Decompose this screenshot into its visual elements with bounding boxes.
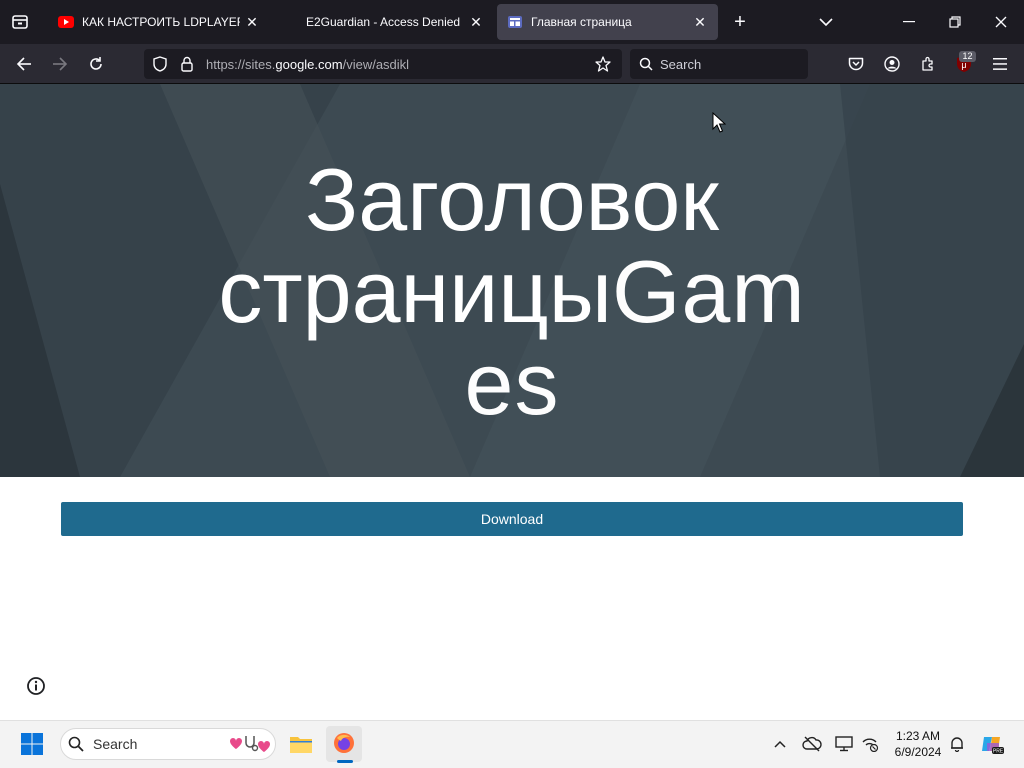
url-prefix: https://sites. <box>206 57 276 72</box>
url-path: /view/asdikl <box>342 57 410 72</box>
search-bar[interactable] <box>630 49 808 79</box>
svg-text:PRE: PRE <box>993 749 1004 755</box>
extension-badge: 12 <box>959 51 976 62</box>
search-icon <box>637 55 655 73</box>
page-title-line-3: es <box>464 334 560 433</box>
mouse-cursor-icon <box>712 112 726 133</box>
search-highlight-hearts-icon[interactable] <box>224 731 272 757</box>
windows-start-icon[interactable] <box>20 732 44 756</box>
tab-main-page[interactable]: Главная страница ✕ <box>497 4 718 40</box>
clock-date: 6/9/2024 <box>894 745 942 759</box>
tab-youtube[interactable]: КАК НАСТРОИТЬ LDPLAYER 9 ✕ <box>48 4 270 40</box>
lock-icon[interactable] <box>178 54 196 74</box>
close-tab-icon[interactable]: ✕ <box>464 10 488 34</box>
url-text[interactable]: https://sites.google.com/view/asdikl <box>206 57 409 72</box>
page-title-line-1: Заголовок <box>305 150 719 249</box>
tab-title: E2Guardian - Access Denied <box>306 15 461 29</box>
extensions-icon[interactable] <box>917 53 939 75</box>
page-title: Заголовок страницыGam es <box>0 154 1024 430</box>
display-icon[interactable] <box>834 734 854 754</box>
back-arrow-icon[interactable] <box>12 52 36 76</box>
account-icon[interactable] <box>881 53 903 75</box>
hamburger-menu-icon[interactable] <box>989 53 1011 75</box>
list-tabs-chevron-icon[interactable] <box>814 10 838 34</box>
hero-banner: Заголовок страницыGam es <box>0 84 1024 477</box>
reload-icon[interactable] <box>84 52 108 76</box>
taskbar-search-placeholder[interactable]: Search <box>93 736 137 752</box>
pocket-icon[interactable] <box>845 53 867 75</box>
taskbar-search-icon <box>67 735 85 753</box>
restore-window-icon[interactable] <box>942 10 968 34</box>
tab-e2guardian[interactable]: E2Guardian - Access Denied ✕ <box>272 4 494 40</box>
onedrive-offline-icon[interactable] <box>801 734 823 754</box>
firefox-running-indicator <box>337 760 353 763</box>
tab-title: КАК НАСТРОИТЬ LDPLAYER 9 <box>82 15 240 29</box>
bookmark-star-icon[interactable] <box>592 54 614 74</box>
new-tab-icon[interactable]: + <box>728 10 752 34</box>
copilot-icon[interactable]: PRE <box>979 731 1005 757</box>
page-title-line-2-suffix: Gam <box>611 242 806 341</box>
file-explorer-icon[interactable] <box>288 731 314 757</box>
close-window-icon[interactable] <box>988 10 1014 34</box>
tab-bar: КАК НАСТРОИТЬ LDPLAYER 9 ✕ E2Guardian - … <box>0 0 1024 44</box>
page-title-line-2: страницы <box>218 242 612 341</box>
browser-window-chrome: КАК НАСТРОИТЬ LDPLAYER 9 ✕ E2Guardian - … <box>0 0 1024 84</box>
forward-arrow-icon[interactable] <box>48 52 72 76</box>
google-sites-icon <box>507 14 523 30</box>
close-tab-icon[interactable]: ✕ <box>688 10 712 34</box>
url-domain: google.com <box>275 57 343 72</box>
notification-bell-icon[interactable] <box>947 734 967 754</box>
firefox-view-icon[interactable] <box>8 10 32 34</box>
clock-time: 1:23 AM <box>895 729 941 743</box>
network-disconnected-icon[interactable] <box>860 734 880 754</box>
blank-page-icon <box>282 14 298 30</box>
tab-title: Главная страница <box>531 15 632 29</box>
download-button[interactable]: Download <box>61 502 963 536</box>
close-tab-icon[interactable]: ✕ <box>240 10 264 34</box>
info-icon[interactable] <box>26 676 46 696</box>
taskbar-clock[interactable]: 1:23 AM 6/9/2024 <box>886 728 950 760</box>
youtube-icon <box>58 14 74 30</box>
show-hidden-icons-chevron-icon[interactable] <box>771 734 789 754</box>
firefox-icon[interactable] <box>332 731 356 755</box>
search-placeholder[interactable]: Search <box>660 57 701 72</box>
shield-icon[interactable] <box>150 54 170 74</box>
minimize-window-icon[interactable] <box>896 10 922 34</box>
